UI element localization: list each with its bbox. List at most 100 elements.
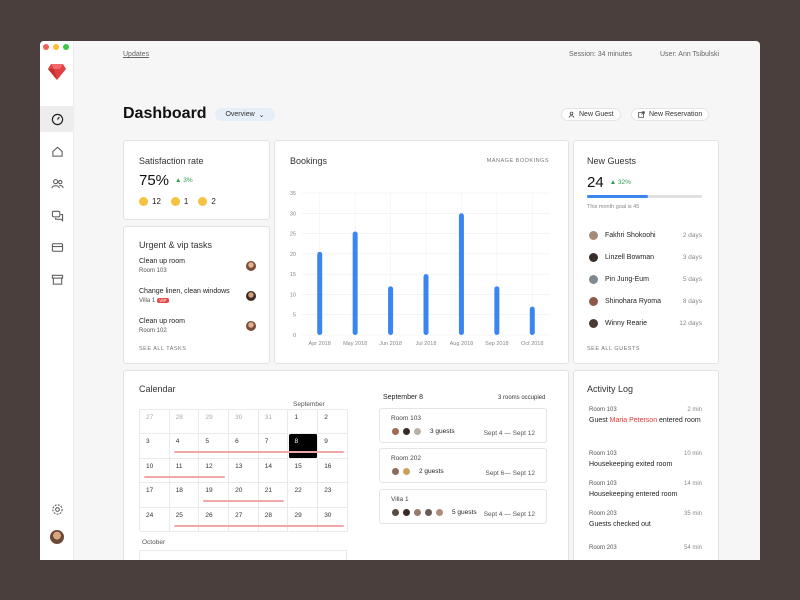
room-guest-count: 2 guests <box>419 468 444 475</box>
bar[interactable] <box>388 286 394 335</box>
see-all-tasks-link[interactable]: SEE ALL TASKS <box>139 346 186 352</box>
guest-name: Winny Rearie <box>605 320 648 327</box>
calendar-day[interactable]: 17 <box>140 483 170 508</box>
tasks-title: Urgent & vip tasks <box>139 240 213 250</box>
calendar-day[interactable]: 30 <box>229 410 259 435</box>
reservation-bar[interactable] <box>173 524 344 527</box>
bar[interactable] <box>352 231 358 335</box>
calendar-day[interactable]: 2 <box>318 410 348 435</box>
calendar-day[interactable]: 16 <box>318 458 348 484</box>
calendar-day[interactable]: 30 <box>318 507 348 532</box>
activity-item[interactable]: Room 203 35 min Guests checked out <box>589 511 702 529</box>
updates-link[interactable]: Updates <box>123 51 149 58</box>
user-avatar[interactable] <box>40 524 74 550</box>
activity-item[interactable]: Room 103 14 min Housekeeping entered roo… <box>589 481 702 499</box>
close-window-button[interactable] <box>43 44 49 50</box>
activity-item[interactable]: Room 203 54 min <box>589 545 702 551</box>
new-guest-button[interactable]: New Guest <box>561 108 621 121</box>
new-reservation-button[interactable]: New Reservation <box>631 108 710 121</box>
gear-icon <box>51 503 63 515</box>
bar[interactable] <box>317 251 323 335</box>
minimize-window-button[interactable] <box>53 44 59 50</box>
reservation-bar[interactable] <box>144 475 226 478</box>
task-item[interactable]: Clean up room Room 102 <box>139 318 185 334</box>
room-card[interactable]: Villa 1 5 guests Sept 4 — Sept 12 <box>379 489 547 524</box>
calendar-day[interactable]: 15 <box>288 458 319 484</box>
nav-payments[interactable] <box>40 234 74 260</box>
calendar-day[interactable]: 9 <box>318 434 348 459</box>
task-item[interactable]: Change linen, clean windows Villa 1 VIP <box>139 288 230 304</box>
calendar-day[interactable]: 29 <box>288 507 319 532</box>
calendar-day[interactable]: 11 <box>169 458 200 484</box>
assignee-avatar <box>246 321 256 331</box>
calendar-day[interactable]: 23 <box>318 483 348 508</box>
calendar-day[interactable]: 5 <box>199 434 230 459</box>
calendar-day[interactable]: 24 <box>140 507 170 532</box>
nav-dashboard[interactable] <box>40 106 74 132</box>
calendar-day[interactable]: 3 <box>140 434 170 459</box>
avatar <box>589 253 598 262</box>
calendar-day[interactable]: 27 <box>140 410 170 435</box>
guest-row[interactable]: Pin Jung-Eum 5 days <box>589 275 702 284</box>
nav-guests[interactable] <box>40 170 74 196</box>
task-item[interactable]: Clean up room Room 103 <box>139 258 185 274</box>
calendar-day[interactable]: 19 <box>199 483 230 508</box>
activity-item[interactable]: Room 103 10 min Housekeeping exited room <box>589 451 702 469</box>
calendar-day[interactable]: 18 <box>169 483 200 508</box>
home-icon <box>51 146 63 157</box>
room-card[interactable]: Room 202 2 guests Sept 6— Sept 12 <box>379 448 547 483</box>
nav-home[interactable] <box>40 138 74 164</box>
calendar-day[interactable]: 6 <box>229 434 259 459</box>
calendar-day[interactable]: 29 <box>199 410 230 435</box>
calendar-day[interactable]: 1 <box>288 410 319 435</box>
bar[interactable] <box>423 274 429 335</box>
guest-row[interactable]: Linzell Bowman 3 days <box>589 253 702 262</box>
maximize-window-button[interactable] <box>63 44 69 50</box>
x-tick-label: Jul 2018 <box>416 341 437 347</box>
guest-duration: 12 days <box>679 320 702 327</box>
new-guests-change: ▲ 32% <box>609 179 631 186</box>
vip-badge: VIP <box>157 298 169 303</box>
bar[interactable] <box>529 306 535 335</box>
calendar-day[interactable]: 4 <box>169 434 200 459</box>
nav-settings[interactable] <box>40 496 74 522</box>
calendar-day[interactable]: 14 <box>258 458 289 484</box>
calendar-day[interactable]: 25 <box>169 507 200 532</box>
calendar-day[interactable]: 31 <box>258 410 289 435</box>
nav-archive[interactable] <box>40 266 74 292</box>
calendar-day[interactable]: 10 <box>140 458 170 484</box>
calendar-day[interactable]: 28 <box>258 507 289 532</box>
calendar-day[interactable]: 20 <box>229 483 259 508</box>
calendar-day[interactable]: 26 <box>199 507 230 532</box>
y-tick-label: 35 <box>290 191 296 197</box>
ruby-logo-icon[interactable] <box>47 63 67 81</box>
room-guest-count: 3 guests <box>430 428 455 435</box>
calendar-day[interactable]: 22 <box>288 483 319 508</box>
reservation-bar[interactable] <box>203 500 285 503</box>
calendar-card: Calendar September 27 28 29 30 31 1 2 3 4 5 6 7 8 9 10… <box>123 370 569 560</box>
guest-row[interactable]: Fakhri Shokoohi 2 days <box>589 231 702 240</box>
guest-row[interactable]: Shinohara Ryoma 8 days <box>589 297 702 306</box>
calendar-day[interactable]: 7 <box>258 434 289 459</box>
bar[interactable] <box>458 213 464 335</box>
calendar-day[interactable]: 21 <box>258 483 289 508</box>
see-all-guests-link[interactable]: SEE ALL GUESTS <box>587 346 640 352</box>
gauge-icon <box>51 113 63 125</box>
nav-messages[interactable] <box>40 202 74 228</box>
view-dropdown[interactable]: Overview ⌄ <box>215 108 275 121</box>
calendar-day[interactable]: 28 <box>169 410 200 435</box>
activity-guest-link[interactable]: Maria Peterson <box>610 417 657 424</box>
guest-row[interactable]: Winny Rearie 12 days <box>589 319 702 328</box>
calendar-day[interactable]: 12 <box>199 458 230 484</box>
activity-item[interactable]: Room 103 2 min Guest Maria Peterson ente… <box>589 407 702 425</box>
room-card[interactable]: Room 103 3 guests Sept 4 — Sept 12 <box>379 408 547 443</box>
calendar-day[interactable]: 27 <box>229 507 259 532</box>
rooms-occupied: 3 rooms occupied <box>498 395 546 401</box>
happy-face-icon <box>139 197 148 206</box>
bar[interactable] <box>494 286 500 335</box>
chevron-down-icon: ⌄ <box>258 111 265 119</box>
avatar <box>435 508 444 517</box>
calendar-day[interactable]: 8 <box>288 434 319 459</box>
calendar-day[interactable]: 13 <box>229 458 259 484</box>
new-reservation-label: New Reservation <box>649 111 703 118</box>
